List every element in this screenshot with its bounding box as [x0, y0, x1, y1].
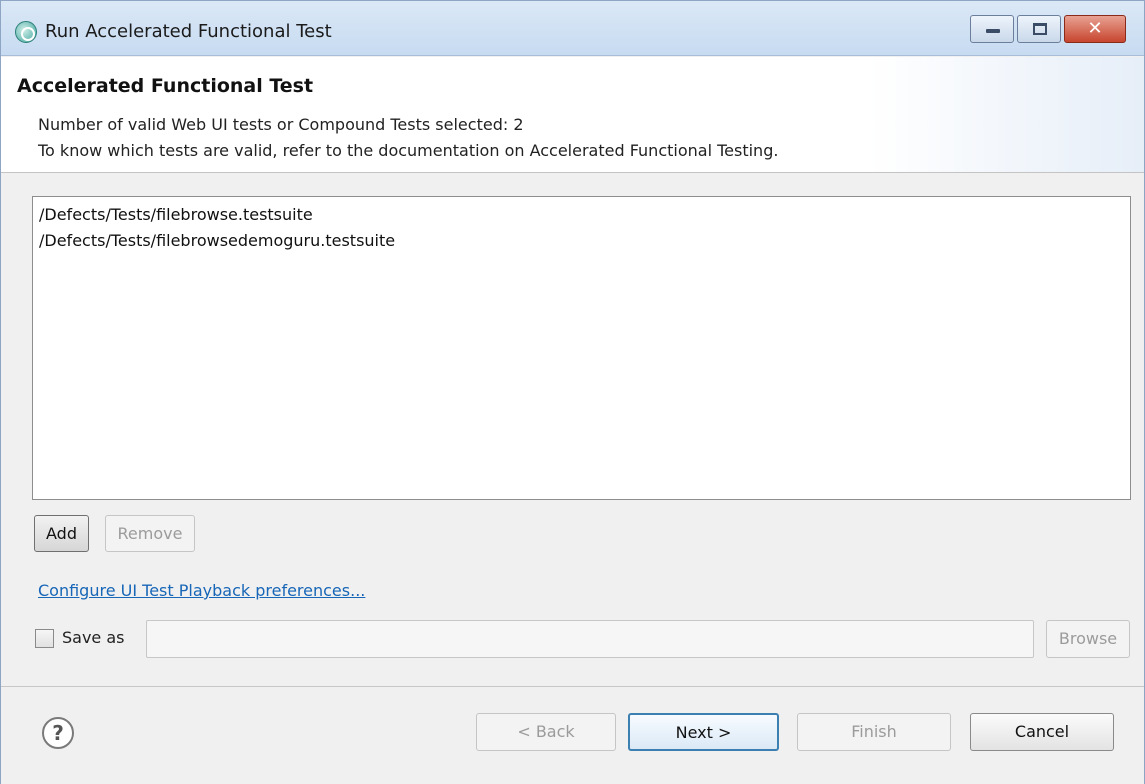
- browse-button[interactable]: Browse: [1046, 620, 1130, 658]
- description-line-1: Number of valid Web UI tests or Compound…: [38, 115, 524, 134]
- list-item[interactable]: /Defects/Tests/filebrowse.testsuite: [39, 205, 313, 224]
- cancel-button[interactable]: Cancel: [970, 713, 1114, 751]
- finish-button[interactable]: Finish: [797, 713, 951, 751]
- save-as-label: Save as: [62, 628, 125, 647]
- title-bar[interactable]: Run Accelerated Functional Test ✕: [1, 1, 1144, 56]
- app-icon: [15, 21, 37, 43]
- description-line-2: To know which tests are valid, refer to …: [38, 141, 779, 160]
- test-list[interactable]: /Defects/Tests/filebrowse.testsuite /Def…: [32, 196, 1131, 500]
- page-title: Accelerated Functional Test: [17, 75, 314, 97]
- add-button[interactable]: Add: [34, 515, 89, 552]
- minimize-icon: [986, 29, 1000, 33]
- close-button[interactable]: ✕: [1064, 15, 1126, 43]
- minimize-button[interactable]: [970, 15, 1014, 43]
- maximize-button[interactable]: [1017, 15, 1061, 43]
- wizard-body: /Defects/Tests/filebrowse.testsuite /Def…: [1, 173, 1144, 659]
- list-item[interactable]: /Defects/Tests/filebrowsedemoguru.testsu…: [39, 231, 395, 250]
- remove-button[interactable]: Remove: [105, 515, 195, 552]
- button-bar: ? < Back Next > Finish Cancel: [1, 686, 1144, 784]
- help-icon[interactable]: ?: [42, 717, 74, 749]
- back-button[interactable]: < Back: [476, 713, 616, 751]
- configure-preferences-link[interactable]: Configure UI Test Playback preferences..…: [38, 581, 365, 600]
- save-as-path-field[interactable]: [146, 620, 1034, 658]
- wizard-header: Accelerated Functional Test Number of va…: [1, 57, 1144, 173]
- dialog-window: Run Accelerated Functional Test ✕ Accele…: [0, 0, 1145, 784]
- save-as-checkbox[interactable]: [35, 629, 54, 648]
- window-title: Run Accelerated Functional Test: [45, 21, 332, 42]
- next-button[interactable]: Next >: [628, 713, 779, 751]
- close-icon: ✕: [1087, 18, 1103, 39]
- maximize-icon: [1033, 23, 1047, 35]
